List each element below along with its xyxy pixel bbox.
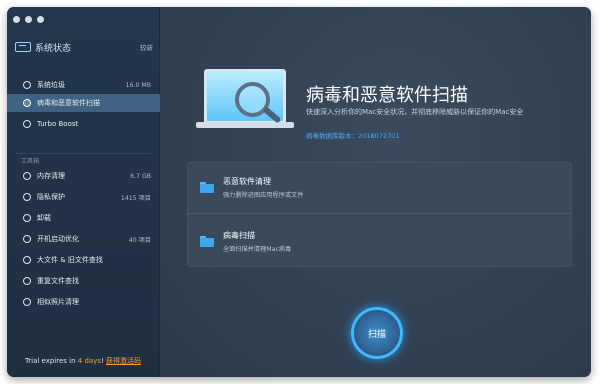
uninstall-icon bbox=[23, 214, 31, 222]
sidebar-item-large-files[interactable]: 大文件 & 旧文件查找 bbox=[7, 251, 160, 269]
page-subtitle: 快速深入分析你的Mac安全状况，并彻底移除威胁以保证你的Mac安全 bbox=[306, 108, 524, 116]
system-status-right: 较新 bbox=[140, 44, 153, 52]
close-button[interactable] bbox=[13, 16, 20, 23]
sidebar-item-label: 隐私保护 bbox=[37, 193, 65, 201]
row-description: 全面扫描并清理Mac病毒 bbox=[223, 245, 292, 253]
row-description: 强力删除迹图应用程序或文件 bbox=[223, 192, 304, 199]
sidebar-item-uninstall[interactable]: 卸载 bbox=[7, 209, 160, 227]
sidebar-item-label: 病毒和恶意软件扫描 bbox=[37, 99, 100, 107]
sidebar-item-value: 40 项目 bbox=[128, 236, 151, 244]
sidebar-item-label: 内存清理 bbox=[37, 172, 65, 180]
sidebar-item-label: 开机启动优化 bbox=[37, 235, 79, 243]
sidebar-item-similar-photos[interactable]: 相似照片清理 bbox=[7, 293, 160, 311]
system-status-title: 系统状态 bbox=[35, 43, 72, 54]
scan-options-panel: 恶意软件清理 强力删除迹图应用程序或文件 病毒扫描 全面扫描并清理Mac病毒 bbox=[187, 162, 572, 267]
toolbox-section-title: 工具箱 bbox=[21, 158, 40, 165]
sidebar-item-turbo-boost[interactable]: Turbo Boost bbox=[7, 115, 160, 133]
turbo-icon bbox=[23, 120, 31, 128]
app-window: 系统状态 较新 系统垃圾 16.0 MB 病毒和恶意软件扫描 Turbo Boo… bbox=[7, 7, 591, 377]
sidebar-item-malware-scan[interactable]: 病毒和恶意软件扫描 bbox=[7, 94, 160, 112]
sidebar-item-memory-clean[interactable]: 内存清理 6.7 GB bbox=[7, 167, 160, 185]
minimize-button[interactable] bbox=[25, 16, 32, 23]
laptop-magnifier-icon bbox=[196, 64, 294, 133]
database-version: 病毒数据库版本：2018072701 bbox=[306, 132, 400, 140]
memory-icon bbox=[23, 172, 31, 180]
main-panel: 病毒和恶意软件扫描 快速深入分析你的Mac安全状况，并彻底移除威胁以保证你的Ma… bbox=[160, 7, 591, 377]
maximize-button[interactable] bbox=[37, 16, 44, 23]
sidebar-item-junk[interactable]: 系统垃圾 16.0 MB bbox=[7, 76, 160, 94]
trial-banner: Trial expires in 4 days! 获得激活码 bbox=[7, 347, 160, 377]
sidebar-item-privacy[interactable]: 隐私保护 1415 项目 bbox=[7, 188, 160, 206]
row-title: 恶意软件清理 bbox=[223, 177, 271, 186]
sidebar-item-label: 卸载 bbox=[37, 214, 51, 222]
page-title: 病毒和恶意软件扫描 bbox=[306, 85, 468, 106]
sidebar-item-label: 相似照片清理 bbox=[37, 298, 79, 306]
sidebar-item-label: 大文件 & 旧文件查找 bbox=[37, 256, 103, 264]
trial-days: 4 days bbox=[77, 357, 101, 365]
photo-icon bbox=[23, 298, 31, 306]
privacy-icon bbox=[23, 193, 31, 201]
scan-button-label: 扫描 bbox=[367, 329, 386, 340]
sidebar-item-value: 6.7 GB bbox=[130, 172, 151, 180]
sidebar-item-duplicates[interactable]: 重复文件查找 bbox=[7, 272, 160, 290]
sidebar-item-label: 系统垃圾 bbox=[37, 81, 65, 89]
folder-icon bbox=[200, 235, 214, 247]
sidebar: 系统状态 较新 系统垃圾 16.0 MB 病毒和恶意软件扫描 Turbo Boo… bbox=[7, 7, 160, 377]
sidebar-item-startup[interactable]: 开机启动优化 40 项目 bbox=[7, 230, 160, 248]
system-status-icon bbox=[15, 42, 31, 52]
folder-icon bbox=[200, 182, 214, 193]
shield-scan-icon bbox=[23, 99, 31, 107]
malware-cleaner-row[interactable]: 恶意软件清理 强力删除迹图应用程序或文件 bbox=[187, 162, 572, 214]
row-title: 病毒扫描 bbox=[223, 230, 255, 240]
sidebar-item-value: 1415 项目 bbox=[120, 194, 151, 202]
system-status-header[interactable]: 系统状态 较新 bbox=[15, 39, 153, 55]
sidebar-divider bbox=[16, 153, 151, 154]
duplicate-icon bbox=[23, 277, 31, 285]
trial-prefix: Trial expires in bbox=[25, 357, 78, 365]
sidebar-item-value: 16.0 MB bbox=[125, 81, 151, 89]
sidebar-item-label: Turbo Boost bbox=[37, 120, 79, 128]
large-files-icon bbox=[23, 256, 31, 264]
startup-icon bbox=[23, 235, 31, 243]
sidebar-item-label: 重复文件查找 bbox=[37, 277, 79, 285]
scan-button[interactable]: 扫描 bbox=[351, 307, 403, 359]
broom-icon bbox=[23, 81, 31, 89]
virus-scan-row[interactable]: 病毒扫描 全面扫描并清理Mac病毒 bbox=[187, 215, 572, 267]
window-controls[interactable] bbox=[13, 16, 44, 23]
activation-link[interactable]: 获得激活码 bbox=[106, 357, 141, 365]
